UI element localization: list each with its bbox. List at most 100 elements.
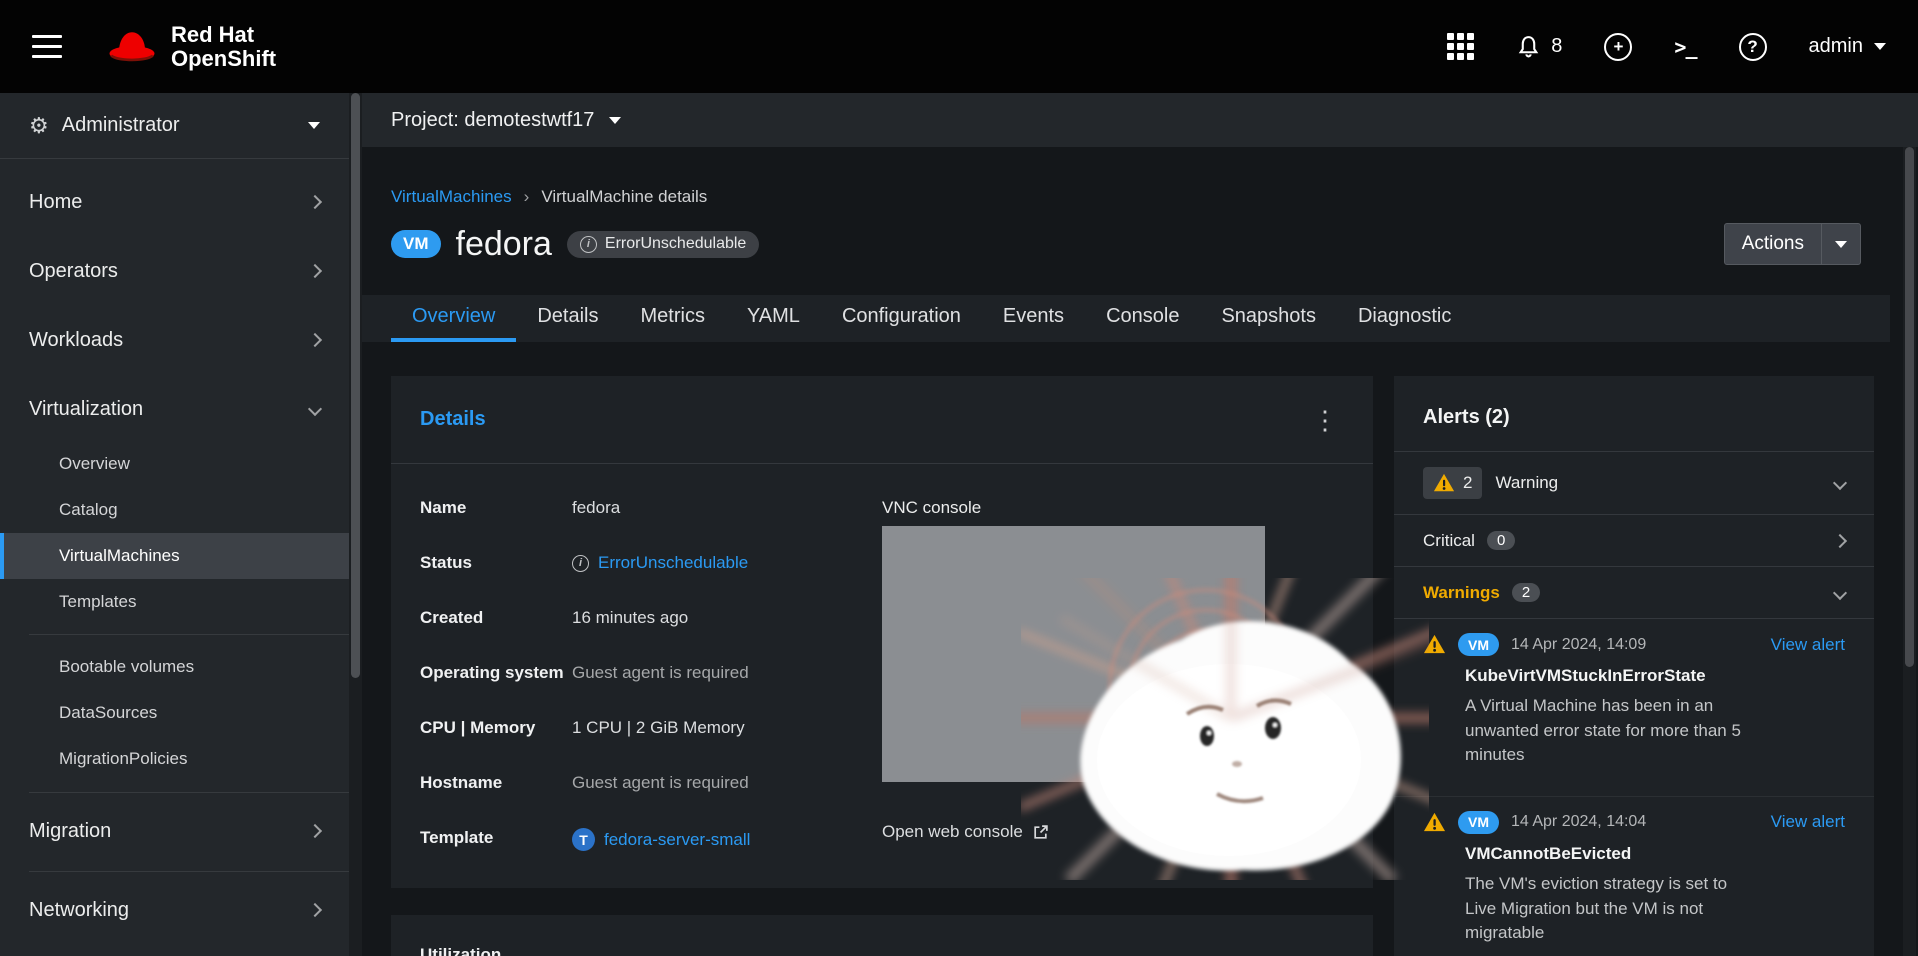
terminal-icon[interactable]: >_ — [1674, 35, 1696, 59]
open-web-console-link[interactable]: Open web console — [882, 822, 1344, 842]
sidebar-item-virtualization[interactable]: Virtualization — [0, 380, 349, 438]
sidebar-item-virt-overview[interactable]: Overview — [0, 441, 349, 487]
sidebar-item-templates[interactable]: Templates — [0, 579, 349, 625]
breadcrumb-virtualmachines[interactable]: VirtualMachines — [391, 187, 512, 207]
template-link[interactable]: fedora-server-small — [604, 830, 750, 850]
tab-overview[interactable]: Overview — [391, 295, 516, 342]
page-title: fedora — [456, 225, 552, 264]
vnc-console-preview[interactable] — [882, 526, 1265, 782]
virtualization-subnav: Overview Catalog VirtualMachines Templat… — [0, 441, 349, 782]
details-list: Name fedora Status i ErrorUnschedulable — [420, 498, 882, 886]
alerts-card: Alerts (2) 2 Warning — [1394, 376, 1874, 956]
tab-events[interactable]: Events — [982, 295, 1085, 342]
alert-timestamp: 14 Apr 2024, 14:04 — [1511, 813, 1646, 831]
chevron-right-icon — [308, 824, 322, 838]
sidebar-item-catalog[interactable]: Catalog — [0, 487, 349, 533]
brand[interactable]: Red Hat OpenShift — [106, 23, 276, 71]
chevron-down-icon — [1874, 43, 1886, 50]
critical-section-row[interactable]: Critical 0 — [1394, 515, 1874, 567]
page-scrollbar[interactable] — [1903, 147, 1916, 956]
alerts-card-title: Alerts (2) — [1394, 376, 1874, 451]
masthead-toolbar: 8 + >_ ? admin — [1447, 33, 1886, 61]
view-alert-link[interactable]: View alert — [1771, 812, 1845, 832]
sidebar-item-migrationpolicies[interactable]: MigrationPolicies — [0, 736, 349, 782]
sidebar-item-bootable-volumes[interactable]: Bootable volumes — [0, 644, 349, 690]
tab-console[interactable]: Console — [1085, 295, 1200, 342]
actions-button[interactable]: Actions — [1724, 223, 1861, 265]
tab-details[interactable]: Details — [516, 295, 619, 342]
sidebar: ⚙ Administrator Home Operators Workloads… — [0, 93, 362, 956]
sidebar-item-virtualmachines[interactable]: VirtualMachines — [0, 533, 349, 579]
scrollbar-thumb[interactable] — [351, 93, 360, 678]
tab-configuration[interactable]: Configuration — [821, 295, 982, 342]
nav-toggle-icon[interactable] — [32, 35, 62, 58]
kebab-menu-icon[interactable]: ⋮ — [1306, 407, 1344, 433]
sidebar-item-operators[interactable]: Operators — [0, 242, 349, 300]
vnc-console-section: VNC console Open web console — [882, 498, 1344, 886]
warning-summary-count: 2 — [1463, 473, 1472, 493]
external-link-icon — [1032, 824, 1049, 841]
divider — [29, 871, 349, 872]
critical-count-badge: 0 — [1487, 531, 1515, 550]
warnings-section-row[interactable]: Warnings 2 — [1394, 567, 1874, 619]
scrollbar-thumb[interactable] — [1905, 147, 1914, 667]
app-launcher-icon[interactable] — [1447, 33, 1474, 60]
sidebar-item-datasources[interactable]: DataSources — [0, 690, 349, 736]
gear-icon: ⚙ — [29, 113, 49, 139]
tab-diagnostic[interactable]: Diagnostic — [1337, 295, 1472, 342]
redhat-logo-icon — [106, 26, 158, 68]
bell-icon — [1516, 34, 1541, 59]
tab-yaml[interactable]: YAML — [726, 295, 821, 342]
utilization-card-title: Utilization — [420, 945, 1344, 956]
warning-summary-label: Warning — [1495, 473, 1558, 493]
detail-row-name: Name fedora — [420, 498, 882, 518]
sidebar-scrollbar[interactable] — [349, 93, 362, 956]
help-icon[interactable]: ? — [1739, 33, 1767, 61]
status-link[interactable]: ErrorUnschedulable — [598, 553, 748, 573]
alert-description: The VM's eviction strategy is set to Liv… — [1465, 872, 1757, 946]
detail-row-hostname: Hostname Guest agent is required — [420, 773, 882, 793]
tab-snapshots[interactable]: Snapshots — [1200, 295, 1337, 342]
brand-line-1: Red Hat — [171, 23, 276, 47]
divider — [29, 634, 349, 635]
perspective-switcher[interactable]: ⚙ Administrator — [0, 93, 349, 159]
divider — [29, 792, 349, 793]
sidebar-item-migration[interactable]: Migration — [0, 802, 349, 860]
import-button[interactable]: + — [1604, 33, 1632, 61]
warning-icon — [1423, 811, 1446, 834]
detail-row-created: Created 16 minutes ago — [420, 608, 882, 628]
chevron-right-icon — [308, 264, 322, 278]
chevron-right-icon — [308, 195, 322, 209]
chevron-down-icon — [609, 117, 621, 124]
view-alert-link[interactable]: View alert — [1771, 635, 1845, 655]
sidebar-item-networking[interactable]: Networking — [0, 881, 349, 939]
user-menu[interactable]: admin — [1809, 35, 1886, 58]
details-card-title[interactable]: Details — [420, 408, 486, 431]
warnings-count-badge: 2 — [1512, 583, 1540, 602]
chevron-right-icon — [308, 333, 322, 347]
notifications-button[interactable]: 8 — [1516, 34, 1562, 59]
page-header: VM fedora i ErrorUnschedulable Actions — [391, 223, 1861, 265]
alerts-summary-row[interactable]: 2 Warning — [1394, 451, 1874, 515]
masthead: Red Hat OpenShift 8 + >_ ? admin — [0, 0, 1918, 93]
username: admin — [1809, 35, 1863, 58]
detail-row-status: Status i ErrorUnschedulable — [420, 553, 882, 573]
main-content: Project: demotestwtf17 VirtualMachines V… — [362, 93, 1918, 956]
chevron-down-icon — [308, 402, 322, 416]
vnc-console-label: VNC console — [882, 498, 1344, 518]
alert-item: VM 14 Apr 2024, 14:09 View alert KubeVir… — [1394, 619, 1874, 797]
sidebar-item-home[interactable]: Home — [0, 173, 349, 231]
tab-bar: Overview Details Metrics YAML Configurat… — [362, 295, 1890, 342]
sidebar-item-workloads[interactable]: Workloads — [0, 311, 349, 369]
detail-row-cpu-memory: CPU | Memory 1 CPU | 2 GiB Memory — [420, 718, 882, 738]
perspective-label: Administrator — [62, 114, 180, 137]
alert-title: VMCannotBeEvicted — [1465, 844, 1845, 864]
alert-title: KubeVirtVMStuckInErrorState — [1465, 666, 1845, 686]
brand-line-2: OpenShift — [171, 47, 276, 71]
detail-row-template: Template T fedora-server-small — [420, 828, 882, 851]
template-badge-icon: T — [572, 828, 595, 851]
chevron-right-icon — [1833, 533, 1847, 547]
tab-metrics[interactable]: Metrics — [620, 295, 726, 342]
project-selector[interactable]: Project: demotestwtf17 — [362, 93, 1918, 147]
status-badge-label: ErrorUnschedulable — [605, 235, 746, 253]
